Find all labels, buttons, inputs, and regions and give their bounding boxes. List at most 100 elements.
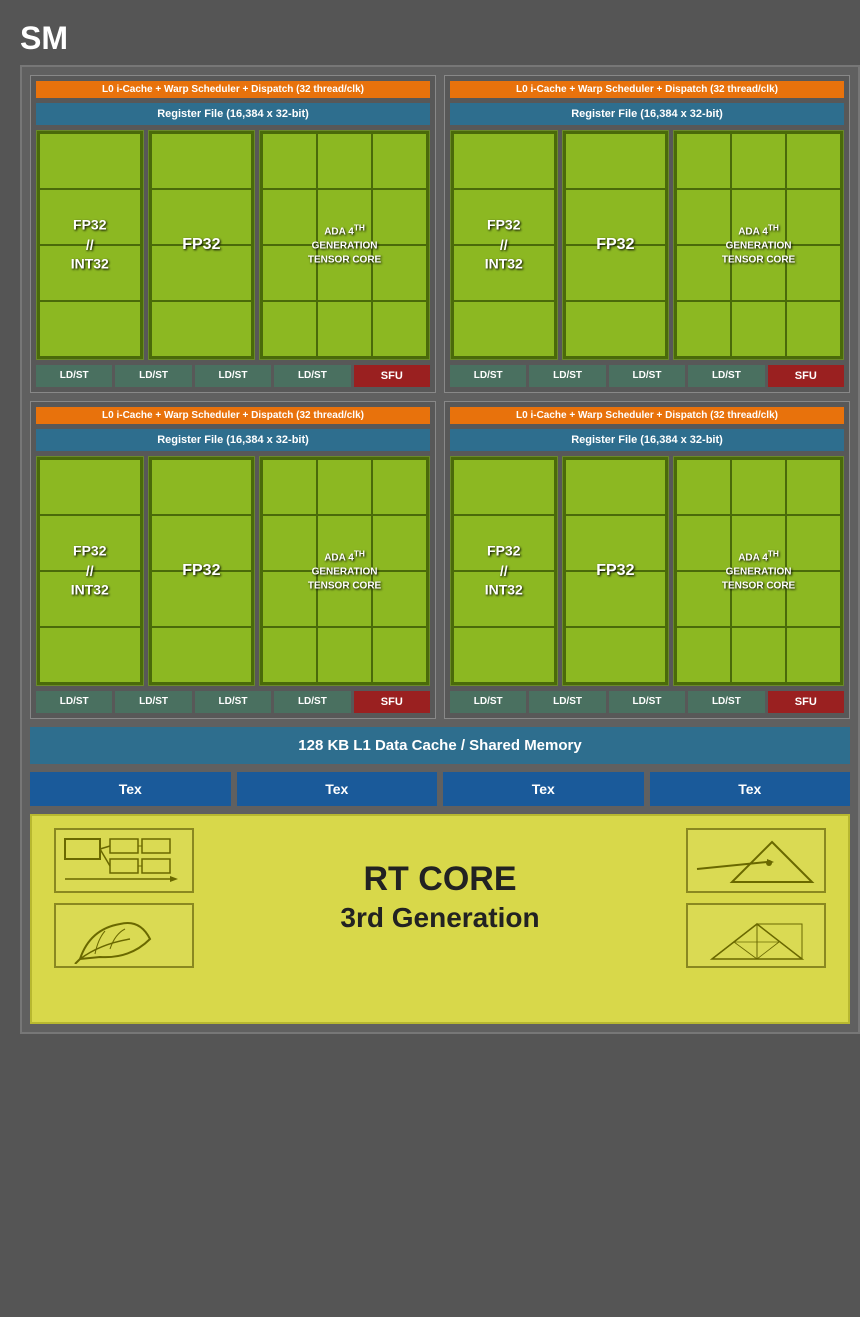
rt-core-center-text: RT CORE 3rd Generation xyxy=(204,859,676,936)
tensor-label-3: ADA 4thGENERATIONTENSOR CORE xyxy=(308,548,381,593)
g-cell xyxy=(677,134,730,188)
fp32-int32-col-2: FP32//INT32 xyxy=(450,130,558,360)
ldst-cell: LD/ST xyxy=(115,691,191,713)
g-cell xyxy=(677,460,730,514)
g-cell xyxy=(677,628,730,682)
tensor-col-3: ADA 4thGENERATIONTENSOR CORE xyxy=(259,456,430,686)
sfu-cell-3: SFU xyxy=(354,691,430,713)
sm-outer: L0 i-Cache + Warp Scheduler + Dispatch (… xyxy=(20,65,860,1034)
ldst-cell: LD/ST xyxy=(450,365,526,387)
g-cell xyxy=(454,628,554,682)
g-cell xyxy=(318,628,371,682)
tex-cell-4: Tex xyxy=(650,772,851,806)
g-cell xyxy=(732,628,785,682)
ldst-cell: LD/ST xyxy=(529,365,605,387)
l0-cache-bar-3: L0 i-Cache + Warp Scheduler + Dispatch (… xyxy=(36,407,430,424)
g-cell xyxy=(152,134,252,188)
ldst-cell: LD/ST xyxy=(36,365,112,387)
sfu-cell-4: SFU xyxy=(768,691,844,713)
g-cell xyxy=(373,460,426,514)
g-cell xyxy=(787,628,840,682)
tex-row: Tex Tex Tex Tex xyxy=(30,772,850,806)
fp32-int32-label-4: FP32//INT32 xyxy=(485,542,523,601)
g-cell xyxy=(40,134,140,188)
g-cell xyxy=(152,572,252,626)
fp32-int32-label-2: FP32//INT32 xyxy=(485,216,523,275)
fp32-int32-label-3: FP32//INT32 xyxy=(71,542,109,601)
rt-core-title-line2: 3rd Generation xyxy=(224,900,656,936)
ldst-cell: LD/ST xyxy=(609,691,685,713)
bvh-diagram xyxy=(54,828,194,893)
ldst-cell: LD/ST xyxy=(274,365,350,387)
g-cell xyxy=(566,572,666,626)
g-cell xyxy=(373,134,426,188)
tex-cell-3: Tex xyxy=(443,772,644,806)
g-cell xyxy=(40,628,140,682)
compute-area-3: FP32//INT32 FP32 xyxy=(36,456,430,686)
g-cell xyxy=(152,246,252,300)
fp32-col-4: FP32 xyxy=(562,456,670,686)
ray-triangle-diagram xyxy=(686,828,826,893)
ldst-row-2: LD/ST LD/ST LD/ST LD/ST SFU xyxy=(450,365,844,387)
rt-core-right-diagrams xyxy=(676,828,836,968)
quadrant-grid: L0 i-Cache + Warp Scheduler + Dispatch (… xyxy=(30,75,850,719)
g-cell xyxy=(566,134,666,188)
g-cell xyxy=(677,302,730,356)
g-cell xyxy=(40,302,140,356)
ldst-row-4: LD/ST LD/ST LD/ST LD/ST SFU xyxy=(450,691,844,713)
fp32-label-1: FP32 xyxy=(182,236,220,254)
g-cell xyxy=(732,302,785,356)
rt-core-left-diagrams xyxy=(44,828,204,968)
g-cell xyxy=(787,134,840,188)
ldst-cell: LD/ST xyxy=(195,365,271,387)
ldst-cell: LD/ST xyxy=(688,365,764,387)
g-cell xyxy=(732,460,785,514)
ldst-row-1: LD/ST LD/ST LD/ST LD/ST SFU xyxy=(36,365,430,387)
g-cell xyxy=(40,460,140,514)
g-cell xyxy=(787,460,840,514)
page-title: SM xyxy=(20,20,860,57)
g-cell xyxy=(787,302,840,356)
ldst-row-3: LD/ST LD/ST LD/ST LD/ST SFU xyxy=(36,691,430,713)
fp32-label-2: FP32 xyxy=(596,236,634,254)
ldst-cell: LD/ST xyxy=(195,691,271,713)
register-file-bar-3: Register File (16,384 x 32-bit) xyxy=(36,429,430,451)
g-cell xyxy=(263,628,316,682)
g-cell xyxy=(152,460,252,514)
fp32-int32-col-3: FP32//INT32 xyxy=(36,456,144,686)
compute-area-4: FP32//INT32 FP32 xyxy=(450,456,844,686)
ldst-cell: LD/ST xyxy=(529,691,605,713)
fp32-label-4: FP32 xyxy=(596,562,634,580)
fp32-col-3: FP32 xyxy=(148,456,256,686)
g-cell xyxy=(454,302,554,356)
g-cell xyxy=(318,460,371,514)
bvh-svg xyxy=(60,834,190,889)
quadrant-1: L0 i-Cache + Warp Scheduler + Dispatch (… xyxy=(30,75,436,393)
quadrant-2: L0 i-Cache + Warp Scheduler + Dispatch (… xyxy=(444,75,850,393)
leaf-diagram xyxy=(54,903,194,968)
tensor-label-2: ADA 4thGENERATIONTENSOR CORE xyxy=(722,222,795,267)
tensor-col-2: ADA 4thGENERATIONTENSOR CORE xyxy=(673,130,844,360)
rt-core-title-line1: RT CORE xyxy=(224,859,656,900)
tex-cell-1: Tex xyxy=(30,772,231,806)
page-container: SM L0 i-Cache + Warp Scheduler + Dispatc… xyxy=(10,10,860,1307)
register-file-bar-4: Register File (16,384 x 32-bit) xyxy=(450,429,844,451)
g-cell xyxy=(566,302,666,356)
g-cell xyxy=(373,302,426,356)
g-cell xyxy=(152,628,252,682)
tensor-label-1: ADA 4thGENERATIONTENSOR CORE xyxy=(308,222,381,267)
fp32-int32-col-4: FP32//INT32 xyxy=(450,456,558,686)
l0-cache-bar-2: L0 i-Cache + Warp Scheduler + Dispatch (… xyxy=(450,81,844,98)
g-cell xyxy=(318,302,371,356)
l0-cache-bar-1: L0 i-Cache + Warp Scheduler + Dispatch (… xyxy=(36,81,430,98)
mesh-diagram xyxy=(686,903,826,968)
g-cell xyxy=(318,134,371,188)
l0-cache-bar-4: L0 i-Cache + Warp Scheduler + Dispatch (… xyxy=(450,407,844,424)
fp32-label-3: FP32 xyxy=(182,562,220,580)
tex-cell-2: Tex xyxy=(237,772,438,806)
g-cell xyxy=(454,460,554,514)
g-cell xyxy=(263,460,316,514)
sfu-cell-2: SFU xyxy=(768,365,844,387)
ray-svg xyxy=(692,834,822,889)
g-cell xyxy=(566,628,666,682)
